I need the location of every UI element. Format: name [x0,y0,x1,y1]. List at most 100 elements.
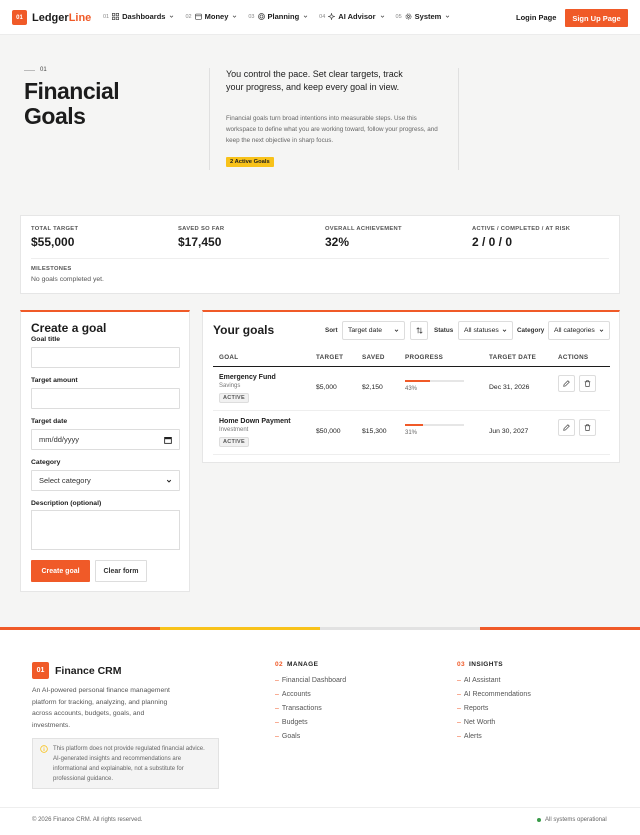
column-header-progress[interactable]: PROGRESS [405,354,443,361]
goal-title-input[interactable] [31,347,180,368]
goal-target-date: Jun 30, 2027 [489,428,529,435]
edit-button[interactable] [558,375,575,392]
target-date-label: Target date [31,418,68,425]
stat-label: TOTAL TARGET [31,226,79,232]
disclaimer-note: This platform does not provide regulated… [32,738,219,789]
goal-saved: $15,300 [362,428,387,435]
footer-description: An AI-powered personal finance managemen… [32,687,170,729]
footer-link-net-worth[interactable]: – Net Worth [457,719,495,726]
footer-logo-mark: 01 [32,662,49,679]
status-badge: ACTIVE [219,437,249,447]
stat-saved: SAVED SO FAR $17,450 [178,226,224,249]
logo-text: LedgerLine [32,11,92,24]
footer-link-alerts[interactable]: – Alerts [457,733,482,740]
hero-description: Financial goals turn broad intentions in… [226,115,438,144]
calendar-icon[interactable] [164,436,172,444]
goal-name: Home Down Payment [219,418,291,425]
column-header-saved[interactable]: SAVED [362,354,385,361]
target-amount-input[interactable] [31,388,180,409]
goal-target: $50,000 [316,428,341,435]
footer-link-ai-assistant[interactable]: – AI Assistant [457,677,500,684]
eyebrow-line [24,69,35,71]
footer-link-budgets[interactable]: – Budgets [275,719,308,726]
nav-item-money[interactable]: 02 Money [185,12,237,21]
footer-stripe [160,627,320,630]
stat-total-target: TOTAL TARGET $55,000 [31,226,78,249]
progress-fill [405,424,424,426]
nav-item-planning[interactable]: 03 Planning [248,12,308,21]
column-header-target-date[interactable]: TARGET DATE [489,354,536,361]
milestones-text: No goals completed yet. [31,276,104,283]
top-navbar: 01 LedgerLine 01 Dashboards 02 Money 03 … [0,0,640,35]
trash-icon [584,380,591,387]
nav-item-dashboards[interactable]: 01 Dashboards [103,12,174,21]
eyebrow-number: 01 [40,67,47,73]
target-date-input[interactable]: mm/dd/yyyy [31,429,180,450]
goals-panel: Your goals Sort Target date Status All s… [202,310,620,463]
create-goal-button[interactable]: Create goal [31,560,90,582]
footer-brand: Finance CRM [55,664,122,677]
stats-divider [31,258,609,259]
stat-label: ACTIVE / COMPLETED / AT RISK [472,226,571,232]
goal-saved: $2,150 [362,384,383,391]
edit-button[interactable] [558,419,575,436]
sort-select-value: Target date [348,327,383,334]
stat-value: $55,000 [31,235,75,249]
system-status: All systems operational [537,817,607,823]
sort-direction-button[interactable] [410,321,428,340]
footer-divider [0,807,640,808]
stats-summary: TOTAL TARGET $55,000 SAVED SO FAR $17,45… [20,215,620,294]
site-footer: 01 Finance CRM An AI-powered personal fi… [0,627,640,835]
stat-value: $17,450 [178,235,222,249]
hero-divider [458,68,459,170]
system-status-text: All systems operational [545,817,607,823]
nav-item-system[interactable]: 05 System [396,12,451,21]
brand-logo[interactable]: 01 LedgerLine [12,10,91,25]
copyright: © 2026 Finance CRM. All rights reserved. [32,817,143,823]
status-filter-select[interactable]: All statuses [458,321,513,340]
category-label: Category [31,459,61,466]
footer-link-reports[interactable]: – Reports [457,705,488,712]
footer-link-financial-dashboard[interactable]: – Financial Dashboard [275,677,346,684]
nav-item-ai-advisor[interactable]: 04 AI Advisor [319,12,384,21]
sort-select[interactable]: Target date [342,321,405,340]
progress-percent: 43% [405,386,418,392]
status-dot-icon [537,818,541,822]
description-label: Description (optional) [31,500,102,507]
footer-link-accounts[interactable]: – Accounts [275,691,311,698]
category-filter-select[interactable]: All categories [548,321,610,340]
stat-label: OVERALL ACHIEVEMENT [325,226,402,232]
goal-category: Savings [219,383,241,389]
login-link[interactable]: Login Page [516,13,556,22]
delete-button[interactable] [579,419,596,436]
column-header-goal[interactable]: GOAL [219,354,238,361]
nav-item-label: AI Advisor [338,12,376,21]
footer-logo[interactable]: 01 Finance CRM [32,662,122,679]
info-icon [40,745,48,753]
footer-link-goals[interactable]: – Goals [275,733,300,740]
table-row[interactable]: Home Down Payment Investment ACTIVE $50,… [213,411,610,455]
hero-eyebrow: 01 [24,67,47,73]
table-row[interactable]: Emergency Fund Savings ACTIVE $5,000 $2,… [213,367,610,411]
progress-bar [405,380,464,382]
footer-link-ai-recommendations[interactable]: – AI Recommendations [457,691,531,698]
footer-link-transactions[interactable]: – Transactions [275,705,322,712]
category-select[interactable]: Select category [31,470,180,491]
signup-button[interactable]: Sign Up Page [565,9,628,27]
date-placeholder: mm/dd/yyyy [39,435,80,444]
column-header-target[interactable]: TARGET [316,354,343,361]
stat-value: 2 / 0 / 0 [472,235,513,249]
goals-title: Your goals [213,323,275,337]
progress-percent: 31% [405,430,418,436]
description-textarea[interactable] [31,510,180,550]
chevron-down-icon [303,15,308,18]
column-header-actions: ACTIONS [558,354,589,361]
delete-button[interactable] [579,375,596,392]
clear-form-button[interactable]: Clear form [95,560,147,582]
nav-item-number: 02 [185,13,192,20]
grid-icon [112,13,120,20]
status-badge: ACTIVE [219,393,249,403]
chevron-down-icon [502,329,507,332]
target-icon [257,13,265,20]
nav-item-label: Dashboards [122,12,166,21]
